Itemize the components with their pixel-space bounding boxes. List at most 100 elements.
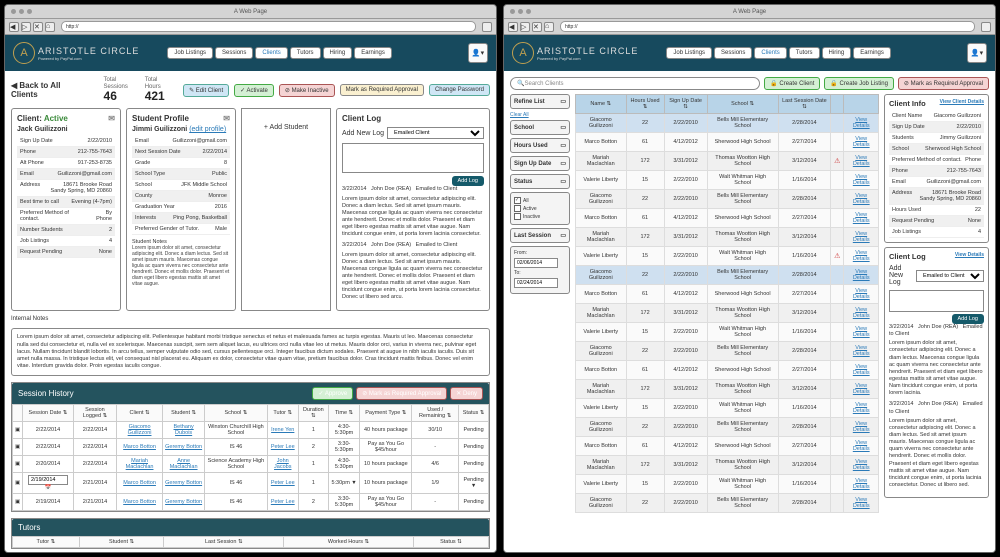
expand-icon[interactable]: ▣	[13, 439, 23, 456]
col-header[interactable]: Last Session ⇅	[164, 537, 284, 548]
table-row[interactable]: Giacomo Guilizzoni222/22/2010Bells Mill …	[576, 114, 879, 133]
link[interactable]: Irene Yen	[271, 427, 294, 433]
view-client-details-link[interactable]: View Client Details	[940, 99, 984, 105]
view-details-link[interactable]: View Details	[853, 364, 870, 376]
table-row[interactable]: Marco Botton614/12/2012Sherwood High Sch…	[576, 285, 879, 304]
mark-required-approval-button[interactable]: Mark as Required Approval	[340, 84, 424, 96]
col-header[interactable]	[831, 95, 844, 114]
mark-required-approval-button[interactable]: ⊘ Mark as Required Approval	[356, 387, 447, 400]
profile-menu[interactable]: 👤▾	[468, 43, 488, 63]
link[interactable]: Geremy Botton	[165, 480, 202, 486]
table-row[interactable]: Valerie Liberty152/22/2010Walt Whitman H…	[576, 171, 879, 190]
view-details-link[interactable]: View Details	[853, 421, 870, 433]
table-row[interactable]: Giacomo Guilizzoni222/22/2010Bells Mill …	[576, 266, 879, 285]
link[interactable]: Giacomo Guilizzoni	[128, 424, 152, 436]
table-row[interactable]: Marco Botton614/12/2012Sherwood High Sch…	[576, 437, 879, 456]
profile-menu[interactable]: 👤▾	[967, 43, 987, 63]
link[interactable]: Marco Botton	[123, 499, 156, 505]
view-details-link[interactable]: View Details	[853, 497, 870, 509]
tab-sessions[interactable]: Sessions	[714, 47, 752, 59]
table-row[interactable]: Marco Botton614/12/2012Sherwood High Sch…	[576, 361, 879, 380]
filter-school[interactable]: School▭	[510, 120, 570, 135]
tab-earnings[interactable]: Earnings	[354, 47, 392, 59]
tab-sessions[interactable]: Sessions	[215, 47, 253, 59]
table-row[interactable]: Mariah Maclachlan1723/31/2012Thomas Woot…	[576, 456, 879, 475]
to-date-input[interactable]	[514, 278, 558, 288]
view-details-link[interactable]: View Details	[853, 307, 870, 319]
table-row[interactable]: Marco Botton614/12/2012Sherwood High Sch…	[576, 133, 879, 152]
edit-client-button[interactable]: ✎ Edit Client	[183, 84, 229, 97]
checkbox[interactable]	[514, 213, 521, 220]
col-header[interactable]: Hours Used ⇅	[626, 95, 664, 114]
tab-hiring[interactable]: Hiring	[323, 47, 353, 59]
close-icon[interactable]: ✕	[33, 22, 43, 32]
view-details-link[interactable]: View Details	[853, 440, 870, 452]
search-input[interactable]: 🔍 Search Clients	[510, 77, 760, 90]
close-icon[interactable]: ✕	[532, 22, 542, 32]
table-row[interactable]: Giacomo Guilizzoni222/22/2010Bells Mill …	[576, 190, 879, 209]
link[interactable]: Geremy Botton	[165, 444, 202, 450]
back-icon[interactable]: ◀	[9, 22, 19, 32]
link[interactable]: Anne Maclachlan	[170, 458, 198, 470]
col-header[interactable]: Student ⇅	[162, 405, 204, 422]
table-row[interactable]: Giacomo Guilizzoni222/22/2010Bells Mill …	[576, 418, 879, 437]
view-details-link[interactable]: View Details	[853, 288, 870, 300]
tab-clients[interactable]: Clients	[255, 47, 287, 59]
view-details-link[interactable]: View Details	[853, 193, 870, 205]
back-icon[interactable]: ◀	[508, 22, 518, 32]
view-details-link[interactable]: View Details	[853, 326, 870, 338]
log-textarea[interactable]	[342, 143, 484, 173]
create-job-listing-button[interactable]: 🔒 Create Job Listing	[824, 77, 894, 90]
add-log-button[interactable]: Add Log	[952, 314, 985, 324]
tab-tutors[interactable]: Tutors	[789, 47, 820, 59]
add-log-button[interactable]: Add Log	[452, 176, 485, 186]
log-textarea[interactable]	[889, 290, 984, 312]
create-client-button[interactable]: 🔒 Create Client	[764, 77, 820, 90]
forward-icon[interactable]: ▷	[520, 22, 530, 32]
view-details-link[interactable]: View Details	[853, 402, 870, 414]
expand-icon[interactable]: ▣	[13, 494, 23, 511]
deny-button[interactable]: ✕ Deny	[450, 387, 483, 400]
home-icon[interactable]: ⌂	[544, 22, 554, 32]
filter-status[interactable]: Status▭	[510, 174, 570, 189]
col-header[interactable]: Sign Up Date ⇅	[664, 95, 707, 114]
clear-all-link[interactable]: Clear All	[510, 112, 570, 118]
table-row[interactable]: Mariah Maclachlan1723/31/2012Thomas Woot…	[576, 228, 879, 247]
col-header[interactable]: Name ⇅	[576, 95, 627, 114]
back-to-clients[interactable]: ◀ Back to All Clients	[11, 81, 84, 99]
approve-button[interactable]: ✓ Approve	[312, 387, 353, 400]
filter-sign-up-date[interactable]: Sign Up Date▭	[510, 156, 570, 171]
col-header[interactable]: Status ⇅	[413, 537, 488, 548]
mark-required-approval-button[interactable]: ⊘ Mark as Required Approval	[898, 77, 989, 90]
link[interactable]: John Jacobs	[274, 458, 291, 470]
log-type-select[interactable]: Emailed Client	[387, 127, 484, 139]
view-details-link[interactable]: View Details	[853, 136, 870, 148]
col-header[interactable]: Status ⇅	[459, 405, 489, 422]
view-details-link[interactable]: View Details	[853, 231, 870, 243]
tab-job-listings[interactable]: Job Listings	[167, 47, 213, 59]
table-row[interactable]: Valerie Liberty152/22/2010Walt Whitman H…	[576, 475, 879, 494]
edit-profile-link[interactable]: (edit profile)	[189, 126, 226, 133]
table-row[interactable]: Marco Botton614/12/2012Sherwood High Sch…	[576, 209, 879, 228]
view-details-link[interactable]: View Details	[853, 478, 870, 490]
forward-icon[interactable]: ▷	[21, 22, 31, 32]
col-header[interactable]: Duration ⇅	[298, 405, 328, 422]
table-row[interactable]: Giacomo Guilizzoni222/22/2010Bells Mill …	[576, 494, 879, 513]
view-details-link[interactable]: View Details	[955, 252, 984, 258]
col-header[interactable]: School ⇅	[707, 95, 778, 114]
date-input[interactable]	[28, 475, 68, 485]
envelope-icon[interactable]: ✉	[223, 114, 230, 123]
link[interactable]: Marco Botton	[123, 444, 156, 450]
link[interactable]: Peter Lee	[271, 444, 295, 450]
col-header[interactable]: Session Date ⇅	[23, 405, 74, 422]
link[interactable]: Bethany Dubois	[174, 424, 194, 436]
link[interactable]: Peter Lee	[271, 480, 295, 486]
col-header[interactable]: Client ⇅	[117, 405, 163, 422]
from-date-input[interactable]	[514, 258, 558, 268]
view-details-link[interactable]: View Details	[853, 383, 870, 395]
change-password-button[interactable]: Change Password	[429, 84, 490, 96]
table-row[interactable]: Valerie Liberty152/22/2010Walt Whitman H…	[576, 323, 879, 342]
table-row[interactable]: Mariah Maclachlan1723/31/2012Thomas Woot…	[576, 152, 879, 171]
view-details-link[interactable]: View Details	[853, 250, 870, 262]
col-header[interactable]: Time ⇅	[328, 405, 360, 422]
